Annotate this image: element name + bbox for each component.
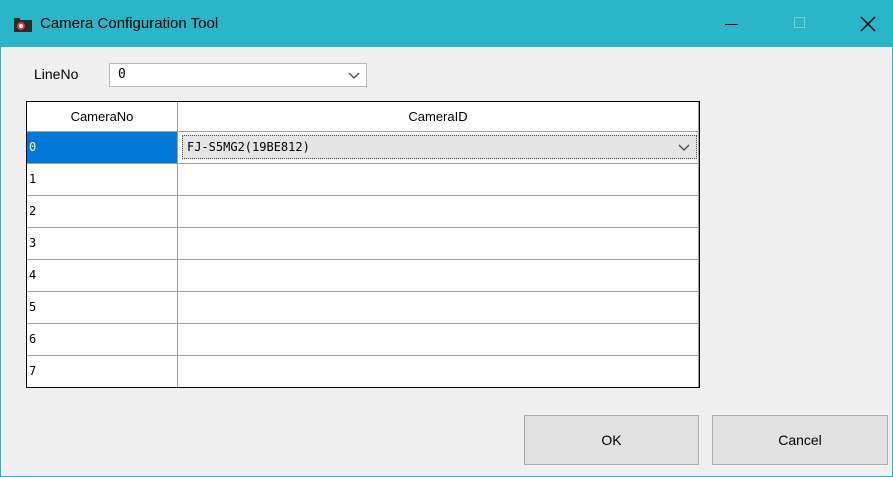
camera-config-window: Camera Configuration Tool LineNo 0 Camer… xyxy=(0,0,893,477)
maximize-icon xyxy=(794,17,805,28)
table-row[interactable]: 5 xyxy=(27,292,699,324)
camera-id-cell[interactable] xyxy=(178,228,699,260)
camera-id-value: FJ-S5MG2(19BE812) xyxy=(187,140,310,154)
camera-grid: CameraNo CameraID 0 FJ-S5MG2(19BE812) 1 … xyxy=(26,101,700,388)
table-row[interactable]: 4 xyxy=(27,260,699,292)
camera-no-cell[interactable]: 6 xyxy=(27,324,178,356)
window-title: Camera Configuration Tool xyxy=(40,15,219,32)
camera-id-cell[interactable] xyxy=(178,356,699,387)
camera-id-select[interactable]: FJ-S5MG2(19BE812) xyxy=(182,135,697,159)
camera-no-text: 3 xyxy=(29,236,37,250)
camera-no-text: 6 xyxy=(29,332,37,346)
lineno-value: 0 xyxy=(118,67,126,82)
camera-no-text: 1 xyxy=(29,172,37,186)
camera-icon xyxy=(13,17,33,33)
table-row[interactable]: 1 xyxy=(27,164,699,196)
minimize-button[interactable] xyxy=(714,0,760,47)
close-button[interactable] xyxy=(846,0,892,47)
cancel-button[interactable]: Cancel xyxy=(712,415,888,465)
camera-id-cell[interactable] xyxy=(178,292,699,324)
table-row[interactable]: 6 xyxy=(27,324,699,356)
camera-no-text: 0 xyxy=(29,140,37,154)
lineno-label: LineNo xyxy=(34,66,79,82)
camera-no-text: 5 xyxy=(29,300,37,314)
camera-no-cell[interactable]: 7 xyxy=(27,356,178,387)
chevron-down-icon xyxy=(678,144,690,151)
chevron-down-icon xyxy=(348,72,360,79)
camera-no-cell[interactable]: 3 xyxy=(27,228,178,260)
camera-no-cell[interactable]: 0 xyxy=(27,132,178,164)
grid-header: CameraNo CameraID xyxy=(27,102,699,134)
camera-id-cell[interactable] xyxy=(178,260,699,292)
close-icon xyxy=(860,16,876,32)
column-header-camerano[interactable]: CameraNo xyxy=(27,102,178,132)
table-row[interactable]: 2 xyxy=(27,196,699,228)
camera-no-cell[interactable]: 2 xyxy=(27,196,178,228)
camera-id-cell[interactable]: FJ-S5MG2(19BE812) xyxy=(178,132,699,164)
column-header-cameraid[interactable]: CameraID xyxy=(178,102,699,132)
minimize-icon xyxy=(725,24,738,25)
camera-no-cell[interactable]: 5 xyxy=(27,292,178,324)
camera-no-text: 7 xyxy=(29,364,37,378)
camera-id-cell[interactable] xyxy=(178,164,699,196)
camera-id-cell[interactable] xyxy=(178,196,699,228)
camera-no-text: 4 xyxy=(29,268,37,282)
table-row[interactable]: 0 FJ-S5MG2(19BE812) xyxy=(27,132,699,164)
camera-no-cell[interactable]: 1 xyxy=(27,164,178,196)
camera-id-cell[interactable] xyxy=(178,324,699,356)
ok-button[interactable]: OK xyxy=(524,415,699,465)
title-bar[interactable]: Camera Configuration Tool xyxy=(1,0,892,47)
camera-no-text: 2 xyxy=(29,204,37,218)
maximize-button[interactable] xyxy=(782,0,828,47)
table-row[interactable]: 7 xyxy=(27,356,699,387)
lineno-select[interactable]: 0 xyxy=(109,63,367,87)
camera-no-cell[interactable]: 4 xyxy=(27,260,178,292)
table-row[interactable]: 3 xyxy=(27,228,699,260)
